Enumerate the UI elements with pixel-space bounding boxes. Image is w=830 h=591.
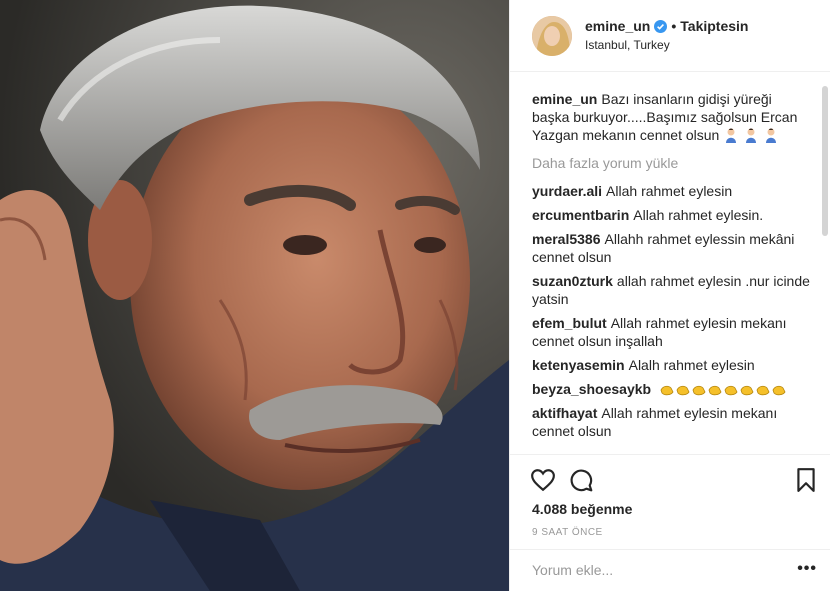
- avatar-image: [532, 16, 572, 56]
- post-time[interactable]: 9 SAAT ÖNCE: [532, 527, 603, 538]
- comment-text: Allah rahmet eylesin: [606, 183, 733, 199]
- comment-item: suzan0zturk allah rahmet eylesin .nur ici…: [532, 272, 812, 308]
- clapping-hands-emoji: [675, 381, 691, 397]
- header-line: emine_un • Takiptesin: [585, 18, 825, 34]
- comment-username[interactable]: beyza_shoesaykb: [532, 381, 651, 397]
- clapping-hands-emoji: [755, 381, 771, 397]
- separator-dot: •: [671, 18, 677, 34]
- add-comment-bar: •••: [510, 549, 830, 591]
- clapping-hands-emoji-row: [659, 381, 787, 397]
- comment-item: meral5386 Allahh rahmet eylessin mekâni c…: [532, 230, 812, 266]
- post-header: emine_un • Takiptesin Istanbul, Turkey: [510, 0, 830, 72]
- likes-count[interactable]: 4.088 beğenme: [532, 501, 632, 517]
- avatar[interactable]: [532, 16, 572, 56]
- portrait-image: [0, 0, 509, 591]
- verified-badge-icon: [654, 19, 668, 33]
- comment-username[interactable]: efem_bulut: [532, 315, 607, 331]
- location-link[interactable]: Istanbul, Turkey: [585, 38, 825, 52]
- header-text: emine_un • Takiptesin Istanbul, Turkey: [585, 18, 825, 52]
- comment-text: Allah rahmet eylesin.: [633, 207, 764, 223]
- comment-item: aktifhayat Allah rahmet eylesin mekanı ce…: [532, 404, 812, 440]
- comment-text: Alalh rahmet eylesin: [628, 357, 755, 373]
- clapping-hands-emoji: [771, 381, 787, 397]
- comment-item: ketenyasemin Alalh rahmet eylesin: [532, 356, 812, 374]
- comment-icon[interactable]: [568, 467, 594, 493]
- clapping-hands-emoji: [691, 381, 707, 397]
- comment-item: efem_bulut Allah rahmet eylesin mekanı ce…: [532, 314, 812, 350]
- comment-username[interactable]: aktifhayat: [532, 405, 597, 421]
- comment-item: yurdaer.ali Allah rahmet eylesin: [532, 182, 812, 200]
- caption-username[interactable]: emine_un: [532, 91, 597, 107]
- comment-item: ercumentbarin Allah rahmet eylesin.: [532, 206, 812, 224]
- praying-woman-emoji: [723, 127, 739, 143]
- instagram-post: emine_un • Takiptesin Istanbul, Turkey e…: [0, 0, 830, 591]
- clapping-hands-emoji: [723, 381, 739, 397]
- praying-woman-emoji: [743, 127, 759, 143]
- comment-username[interactable]: yurdaer.ali: [532, 183, 602, 199]
- clapping-hands-emoji: [739, 381, 755, 397]
- heart-icon[interactable]: [530, 467, 556, 493]
- load-more-comments-link[interactable]: Daha fazla yorum yükle: [532, 154, 812, 172]
- comment-username[interactable]: ercumentbarin: [532, 207, 629, 223]
- post-photo[interactable]: [0, 0, 509, 591]
- comment-username[interactable]: meral5386: [532, 231, 601, 247]
- action-bar: [510, 454, 830, 506]
- more-options-button[interactable]: •••: [797, 561, 817, 577]
- comments-scrollbar[interactable]: [822, 86, 828, 236]
- comments-list: emine_un Bazı insanların gidişi yüreği ba…: [532, 90, 812, 446]
- clapping-hands-emoji: [659, 381, 675, 397]
- bookmark-icon[interactable]: [793, 467, 819, 493]
- clapping-hands-emoji: [707, 381, 723, 397]
- post-caption: emine_un Bazı insanların gidişi yüreği ba…: [532, 90, 812, 144]
- add-comment-input[interactable]: [532, 562, 782, 578]
- comment-username[interactable]: ketenyasemin: [532, 357, 625, 373]
- praying-woman-emoji: [763, 127, 779, 143]
- comment-username[interactable]: suzan0zturk: [532, 273, 613, 289]
- post-side-panel: emine_un • Takiptesin Istanbul, Turkey e…: [509, 0, 830, 591]
- comment-item: beyza_shoesaykb: [532, 380, 812, 398]
- author-username[interactable]: emine_un: [585, 18, 650, 34]
- follow-status-button[interactable]: Takiptesin: [680, 18, 748, 34]
